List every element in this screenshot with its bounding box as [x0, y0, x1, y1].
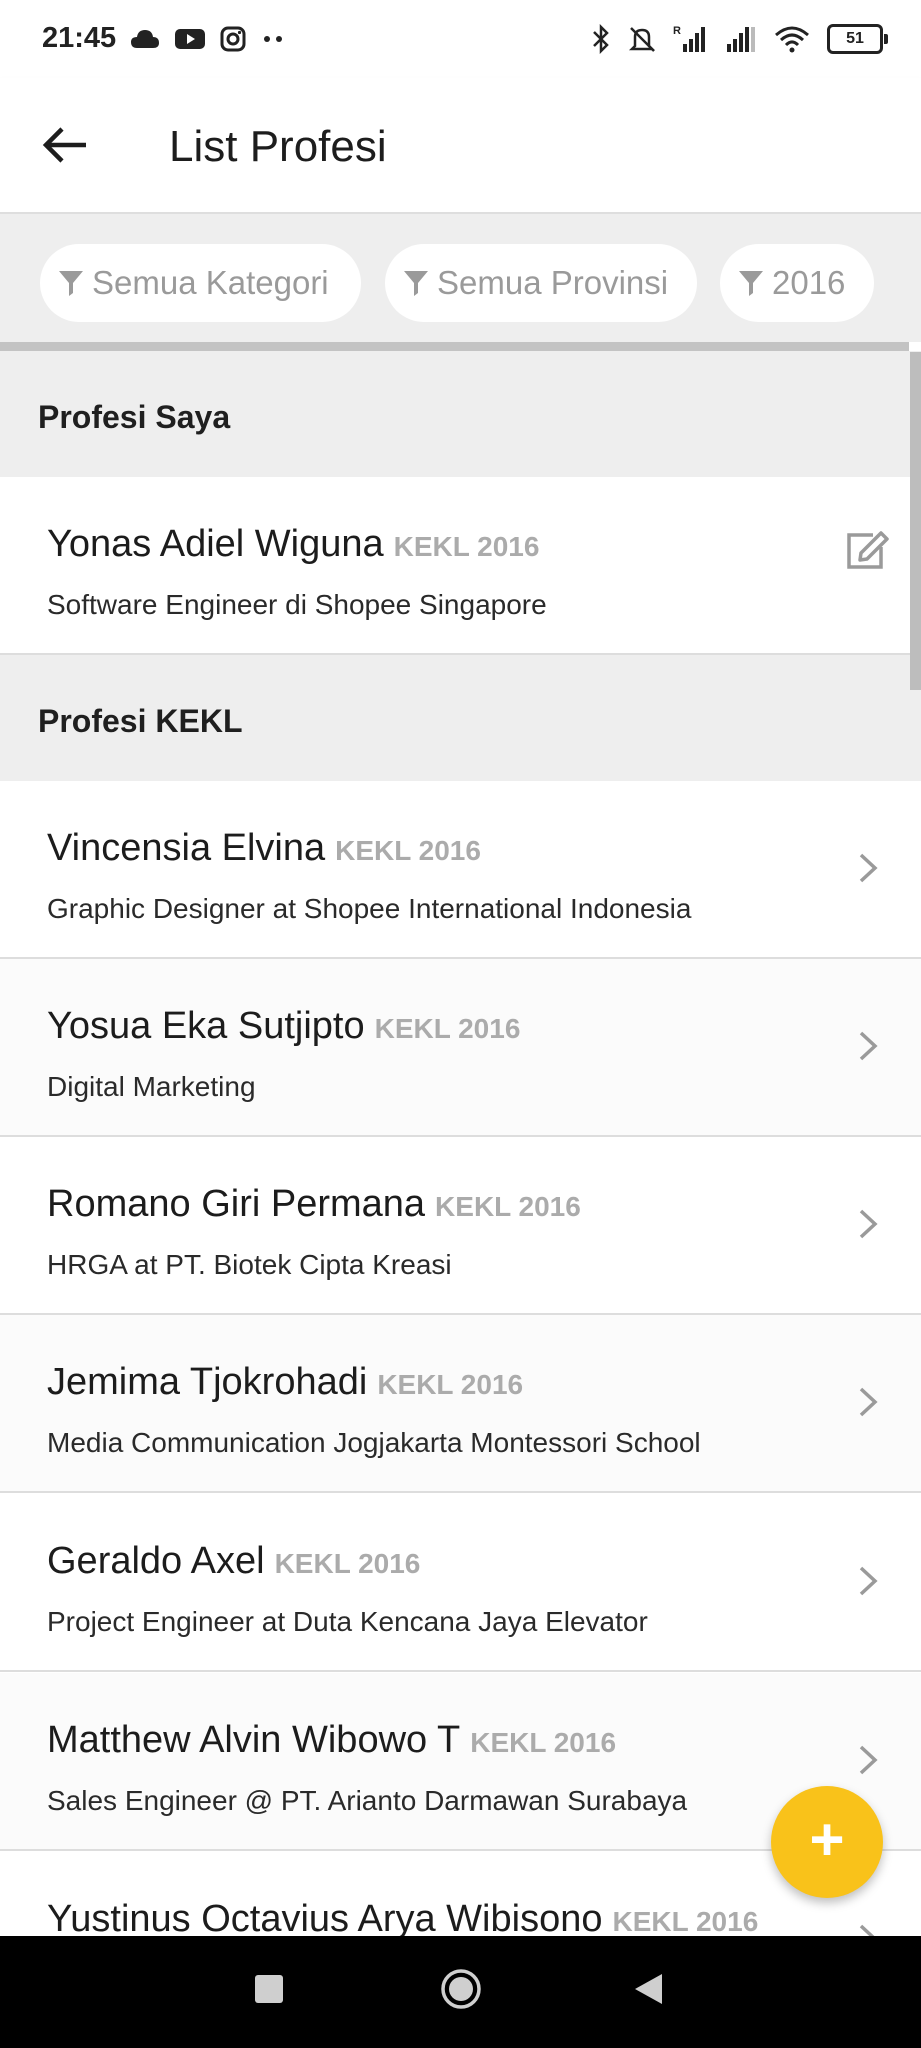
back-arrow-icon[interactable] — [38, 120, 94, 170]
edit-icon[interactable] — [843, 525, 893, 575]
youtube-icon — [175, 29, 205, 49]
profession-job: HRGA at PT. Biotek Cipta Kreasi — [47, 1249, 452, 1280]
list-item[interactable]: Jemima Tjokrohadi KEKL 2016 Media Communi… — [0, 1315, 921, 1493]
profession-name-line: Yonas Adiel Wiguna KEKL 2016 — [47, 523, 539, 566]
profession-name-line: Vincensia Elvina KEKL 2016 — [47, 827, 481, 870]
filter-chip-label: Semua Provinsi — [437, 264, 669, 301]
profession-name-line: Matthew Alvin Wibowo T KEKL 2016 — [47, 1719, 616, 1762]
home-circle-icon[interactable] — [440, 1968, 482, 2010]
status-left-icons — [130, 20, 286, 58]
profession-name: Romano Giri Permana — [47, 1183, 426, 1225]
chevron-right-icon — [859, 1745, 878, 1775]
profession-tag: KEKL 2016 — [435, 1191, 581, 1222]
filter-bar: Semua Kategori Semua Provinsi 2016 — [0, 214, 921, 342]
profession-name-line: Geraldo Axel KEKL 2016 — [47, 1540, 420, 1583]
profession-name: Yonas Adiel Wiguna — [47, 523, 384, 565]
section-title: Profesi Saya — [38, 399, 231, 435]
profession-job: Project Engineer at Duta Kencana Jaya El… — [47, 1606, 648, 1637]
add-profession-button[interactable]: + — [771, 1786, 883, 1898]
profession-tag: KEKL 2016 — [374, 1013, 521, 1044]
wifi-icon — [775, 26, 809, 53]
filter-chip-province[interactable]: Semua Provinsi — [385, 244, 697, 322]
more-dots-icon — [264, 36, 282, 42]
battery-indicator: 51 — [827, 24, 888, 54]
filter-icon — [739, 271, 763, 296]
chevron-right-icon — [859, 1031, 878, 1061]
svg-text:R: R — [673, 25, 681, 37]
filter-chip-category[interactable]: Semua Kategori — [40, 244, 361, 322]
list-item[interactable]: Romano Giri Permana KEKL 2016 HRGA at PT.… — [0, 1137, 921, 1315]
my-profession-row[interactable]: Yonas Adiel Wiguna KEKL 2016 Software Eng… — [0, 477, 921, 655]
battery-level: 51 — [846, 30, 864, 47]
profession-name: Vincensia Elvina — [47, 827, 326, 869]
profession-name-line: Romano Giri Permana KEKL 2016 — [47, 1183, 581, 1226]
signal-icon — [727, 27, 755, 52]
filter-divider — [0, 342, 909, 351]
profession-job: Sales Engineer @ PT. Arianto Darmawan Su… — [47, 1785, 688, 1816]
signal-roaming-icon: R — [673, 25, 705, 52]
status-right-icons: R 51 — [591, 20, 888, 58]
profession-job: Software Engineer di Shopee Singapore — [47, 589, 547, 620]
back-triangle-icon[interactable] — [632, 1972, 664, 2006]
filter-chip-label: 2016 — [772, 264, 846, 301]
filter-icon — [59, 271, 83, 296]
profession-name: Yosua Eka Sutjipto — [47, 1005, 365, 1047]
profession-name-line: Yosua Eka Sutjipto KEKL 2016 — [47, 1005, 520, 1048]
status-time: 21:45 — [42, 22, 117, 54]
profession-job: Media Communication Jogjakarta Montessor… — [47, 1427, 701, 1458]
profession-name: Yustinus Octavius Arya Wibisono — [47, 1898, 603, 1940]
system-nav-bar — [0, 1936, 921, 2048]
filter-icon — [404, 271, 428, 296]
cloud-icon — [131, 30, 159, 48]
list-item[interactable]: Vincensia Elvina KEKL 2016 Graphic Design… — [0, 781, 921, 959]
profession-tag: KEKL 2016 — [335, 835, 481, 866]
list-item[interactable]: Yosua Eka Sutjipto KEKL 2016 Digital Mark… — [0, 959, 921, 1137]
profession-tag: KEKL 2016 — [612, 1906, 759, 1937]
profession-name: Jemima Tjokrohadi — [47, 1361, 368, 1403]
profession-name: Geraldo Axel — [47, 1540, 265, 1582]
fab-label: + — [809, 1806, 845, 1873]
instagram-icon — [220, 26, 246, 52]
profession-tag: KEKL 2016 — [393, 531, 540, 562]
alarm-off-icon — [628, 27, 656, 52]
scrollbar-thumb[interactable] — [910, 352, 921, 690]
section-header-mine: Profesi Saya — [0, 351, 921, 477]
chevron-right-icon — [859, 1566, 878, 1596]
status-bar: 21:45 R 51 — [0, 0, 921, 78]
profession-name: Matthew Alvin Wibowo T — [47, 1719, 461, 1761]
profession-job: Graphic Designer at Shopee International… — [47, 893, 692, 924]
list-item[interactable]: Geraldo Axel KEKL 2016 Project Engineer a… — [0, 1494, 921, 1672]
recents-square-icon[interactable] — [253, 1973, 285, 2005]
page-title: List Profesi — [169, 122, 387, 171]
profession-tag: KEKL 2016 — [274, 1548, 421, 1579]
app-bar: List Profesi — [0, 78, 921, 214]
chevron-right-icon — [859, 1209, 878, 1239]
section-header-kekl: Profesi KEKL — [0, 655, 921, 781]
chevron-right-icon — [859, 853, 878, 883]
profession-name-line: Yustinus Octavius Arya Wibisono KEKL 2016 — [47, 1898, 758, 1941]
section-title: Profesi KEKL — [38, 703, 243, 739]
filter-chip-label: Semua Kategori — [92, 264, 329, 301]
profession-tag: KEKL 2016 — [377, 1369, 524, 1400]
bluetooth-icon — [593, 24, 609, 54]
profession-tag: KEKL 2016 — [470, 1727, 617, 1758]
profession-job: Digital Marketing — [47, 1071, 256, 1102]
profession-name-line: Jemima Tjokrohadi KEKL 2016 — [47, 1361, 523, 1404]
chevron-right-icon — [859, 1387, 878, 1417]
filter-chip-year[interactable]: 2016 — [720, 244, 874, 322]
